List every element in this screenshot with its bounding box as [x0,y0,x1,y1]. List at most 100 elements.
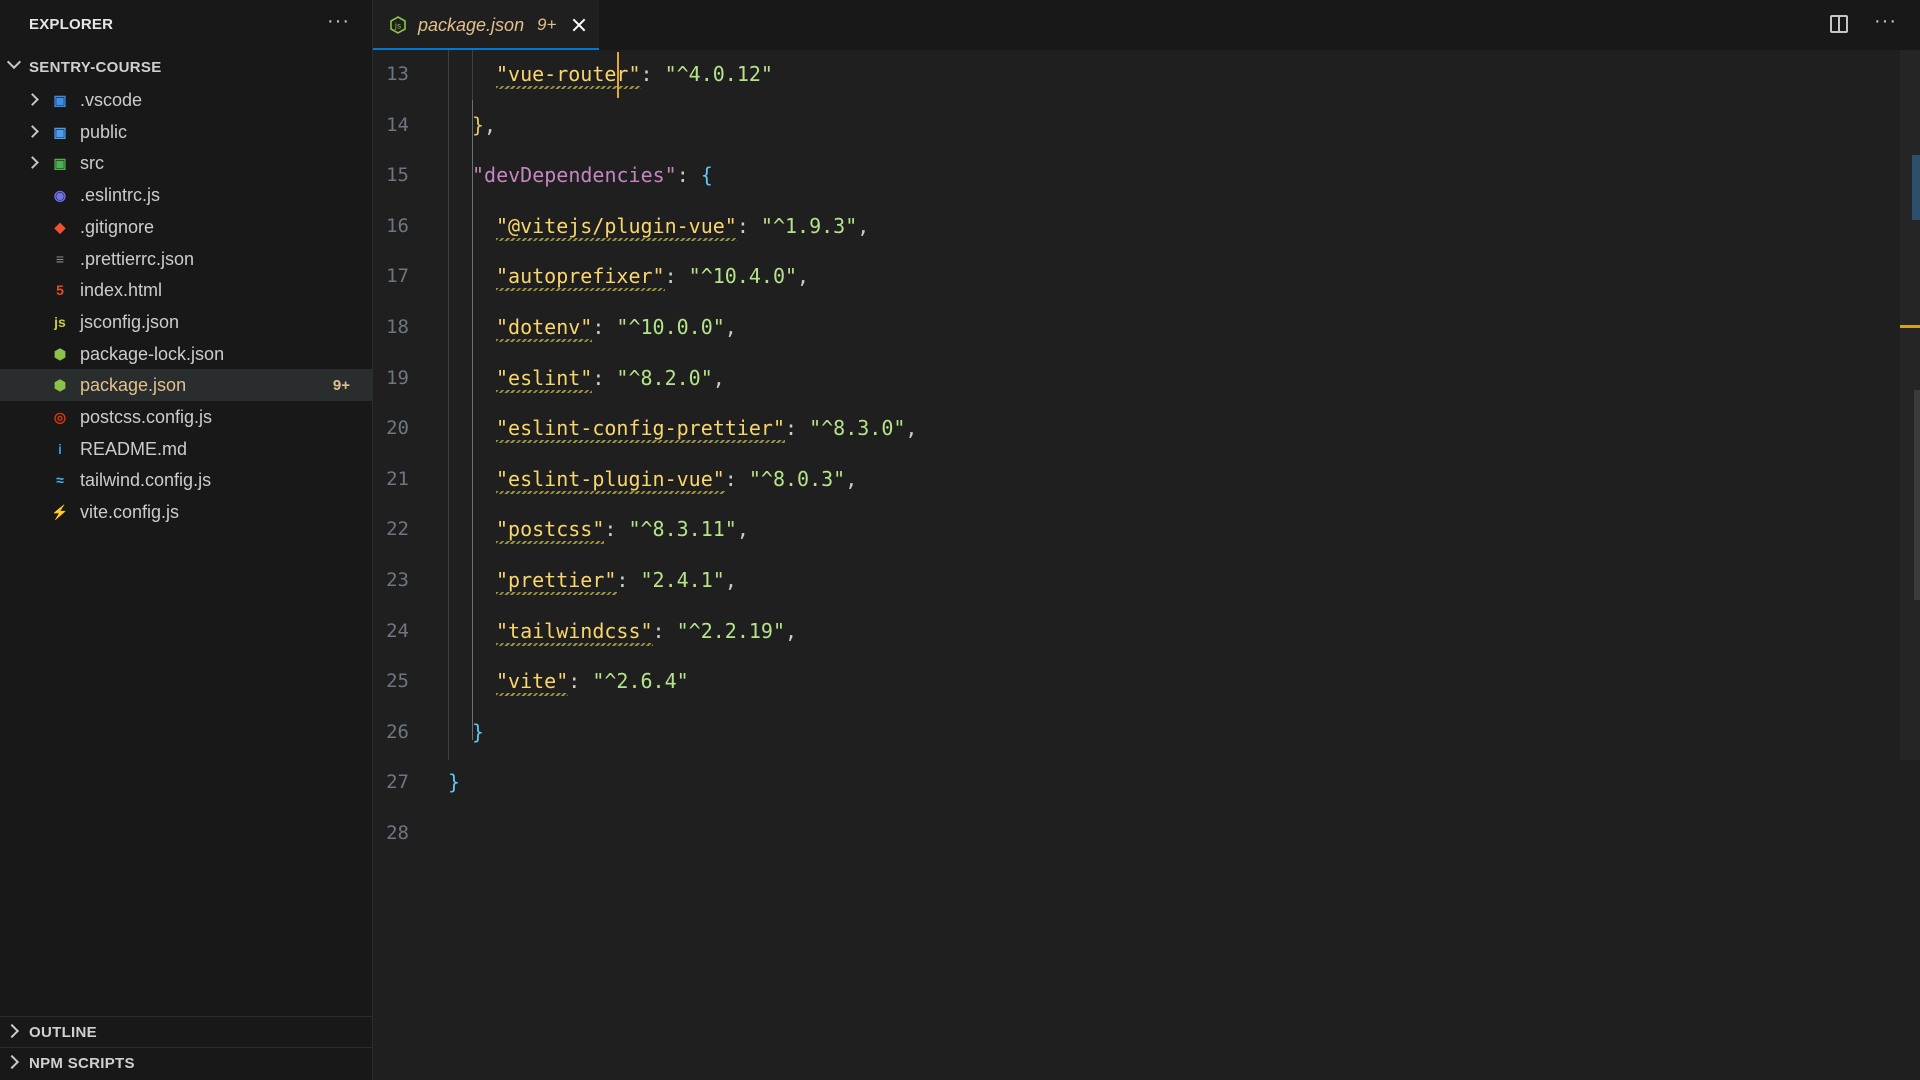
code-token: "^10.0.0" [616,315,725,339]
code-editor[interactable]: 13 "vue-router": "^4.0.12" 14}, 15 "devDepen… [373,50,1920,1080]
close-icon[interactable] [569,15,589,35]
code-line: 21 "eslint-plugin-vue": "^8.0.3", [373,455,1893,505]
folder-item[interactable]: ▣ src [0,147,372,179]
code-token: , [484,112,497,137]
folder-item[interactable]: ▣ .vscode [0,84,372,116]
file-item[interactable]: js jsconfig.json [0,306,372,338]
code-line: 27} [373,758,1893,808]
line-number: 26 [386,720,409,743]
code-token: : [604,517,629,542]
code-token: , [905,416,918,441]
code-line: 14}, [373,101,1893,151]
warning-squiggle [496,541,605,545]
code-text: } [472,720,484,744]
overview-ruler-selection [1912,155,1920,220]
nodejs-icon: js [390,16,406,34]
code-token: , [712,365,725,390]
warning-squiggle [496,389,593,393]
code-token: "2.4.1" [640,568,725,592]
line-number: 24 [386,619,409,642]
outline-section: OUTLINE [0,1017,372,1047]
code-token: : [640,62,665,86]
line-number: 15 [386,164,409,187]
code-line: 15 "devDependencies": { [373,151,1893,201]
code-line: 13 "vue-router": "^4.0.12" [373,50,1893,100]
line-number: 25 [386,670,409,693]
npm-scripts-section: NPM SCRIPTS [0,1048,372,1078]
file-name: postcss.config.js [80,407,213,427]
file-item[interactable]: ◎ postcss.config.js [0,401,372,433]
file-name: README.md [80,438,188,459]
npm-scripts-section-header[interactable]: NPM SCRIPTS [0,1047,372,1078]
file-name: package-lock.json [80,343,225,364]
code-token: : [736,213,761,238]
tab-filename: package.json [418,15,525,35]
file-item[interactable]: ⬢ package.json 9+ [0,369,372,402]
line-number: 13 [386,63,409,85]
code-token: "tailwindcss" [496,618,653,643]
code-token: } [472,719,485,744]
code-token: } [472,112,485,137]
src-folder-icon: ▣ [53,155,67,172]
chevron-down-icon [6,54,22,70]
git-icon: ◆ [54,218,66,235]
explorer-more-actions-button[interactable]: ··· [327,10,350,33]
code-text: "prettier": "2.4.1", [496,568,737,592]
folder-section-header[interactable]: SENTRY-COURSE [0,52,372,82]
scrollbar-thumb[interactable] [1914,390,1920,600]
code-token: : [616,568,641,592]
outline-label: OUTLINE [29,1024,97,1041]
code-token: "^10.4.0" [688,264,798,289]
explorer-header: EXPLORER ··· [0,0,372,50]
file-item[interactable]: 5 index.html [0,274,372,306]
code-token: "^2.2.19" [676,618,786,643]
code-token: "^8.0.3" [748,466,846,491]
code-line: 20 "eslint-config-prettier": "^8.3.0", [373,404,1893,454]
file-item[interactable]: ≡ .prettierrc.json [0,243,372,275]
code-line: 25 "vite": "^2.6.4" [373,657,1893,707]
chevron-right-icon [4,1023,20,1039]
tab-package-json[interactable]: js package.json 9+ [373,0,599,50]
line-number: 19 [386,366,409,389]
file-item[interactable]: ⚡ vite.config.js [0,496,372,528]
code-token: : [568,669,593,694]
code-token: , [857,213,870,238]
code-token: "^4.0.12" [664,62,773,86]
code-token: "^8.3.11" [628,517,737,542]
eslint-icon: ◉ [53,187,67,204]
code-text: "@vitejs/plugin-vue": "^1.9.3", [496,214,869,238]
code-token: "eslint" [496,365,593,390]
code-token: : [592,315,617,339]
warning-squiggle [496,237,737,241]
file-item[interactable]: ⬢ package-lock.json [0,338,372,370]
code-text: } [448,770,460,794]
file-item[interactable]: ≈ tailwind.config.js [0,464,372,496]
folder-item[interactable]: ▣ public [0,116,372,148]
chevron-right-icon [26,124,39,138]
code-text: }, [472,113,496,137]
code-token: : [664,264,689,289]
file-name: .vscode [80,90,143,110]
line-number: 21 [386,467,409,490]
code-text: "eslint-plugin-vue": "^8.0.3", [496,467,857,491]
file-name: .prettierrc.json [80,248,195,269]
warning-squiggle [496,642,653,646]
info-icon: i [58,440,62,457]
code-token: : [784,416,810,441]
file-item[interactable]: ◉ .eslintrc.js [0,179,372,211]
code-token: "@vitejs/plugin-vue" [496,213,737,238]
outline-section-header[interactable]: OUTLINE [0,1016,372,1047]
code-line: 28 [373,809,1893,859]
code-text: "eslint": "^8.2.0", [496,366,725,390]
warning-squiggle [496,339,593,342]
editor-tab-bar: js package.json 9+ ··· [373,0,1920,50]
file-item[interactable]: i README.md [0,433,372,465]
file-item[interactable]: ◆ .gitignore [0,211,372,243]
split-editor-icon[interactable] [1830,15,1848,33]
code-token: { [700,163,713,188]
line-number: 28 [386,822,409,844]
editor-more-actions-button[interactable]: ··· [1874,10,1897,33]
file-name: tailwind.config.js [80,470,212,491]
code-token: "vite" [496,669,569,694]
file-name: index.html [80,280,163,301]
